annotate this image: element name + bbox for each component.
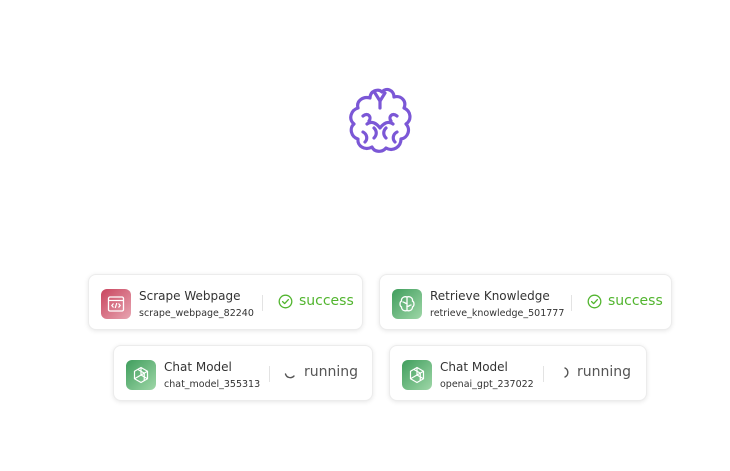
status-text: running xyxy=(304,364,359,380)
spinner-icon xyxy=(564,366,569,378)
node-card-scrape-webpage[interactable]: Scrape Webpage scrape_webpage_82240 succ… xyxy=(88,274,363,330)
node-card-retrieve-knowledge[interactable]: Retrieve Knowledge retrieve_knowledge_50… xyxy=(379,274,672,330)
node-title: Retrieve Knowledge xyxy=(430,289,550,303)
workflow-canvas: Scrape Webpage scrape_webpage_82240 succ… xyxy=(0,0,730,471)
divider xyxy=(571,295,572,311)
node-id: retrieve_knowledge_501777 xyxy=(430,308,565,319)
node-title: Chat Model xyxy=(164,360,232,374)
openai-icon xyxy=(126,360,156,390)
node-card-chat-model[interactable]: Chat Model chat_model_355313 running xyxy=(113,345,373,401)
node-title: Scrape Webpage xyxy=(139,289,241,303)
status-badge: running xyxy=(283,364,358,380)
status-text: running xyxy=(577,364,632,380)
brain-icon xyxy=(392,289,422,319)
divider xyxy=(262,295,263,311)
code-window-icon xyxy=(101,289,131,319)
check-circle-icon xyxy=(278,294,293,308)
check-circle-icon xyxy=(587,294,602,308)
node-id: openai_gpt_237022 xyxy=(440,379,534,390)
openai-icon xyxy=(402,360,432,390)
brain-icon xyxy=(349,87,412,153)
node-id: chat_model_355313 xyxy=(164,379,261,390)
status-badge: success xyxy=(278,293,354,309)
node-title: Chat Model xyxy=(440,360,508,374)
divider xyxy=(269,366,270,382)
status-text: success xyxy=(608,293,663,309)
status-badge: success xyxy=(587,293,663,309)
status-text: success xyxy=(299,293,354,309)
divider xyxy=(543,366,544,382)
spinner-icon xyxy=(284,372,295,378)
node-card-openai-gpt[interactable]: Chat Model openai_gpt_237022 running xyxy=(389,345,647,401)
status-badge: running xyxy=(561,364,631,380)
node-id: scrape_webpage_82240 xyxy=(139,308,254,319)
